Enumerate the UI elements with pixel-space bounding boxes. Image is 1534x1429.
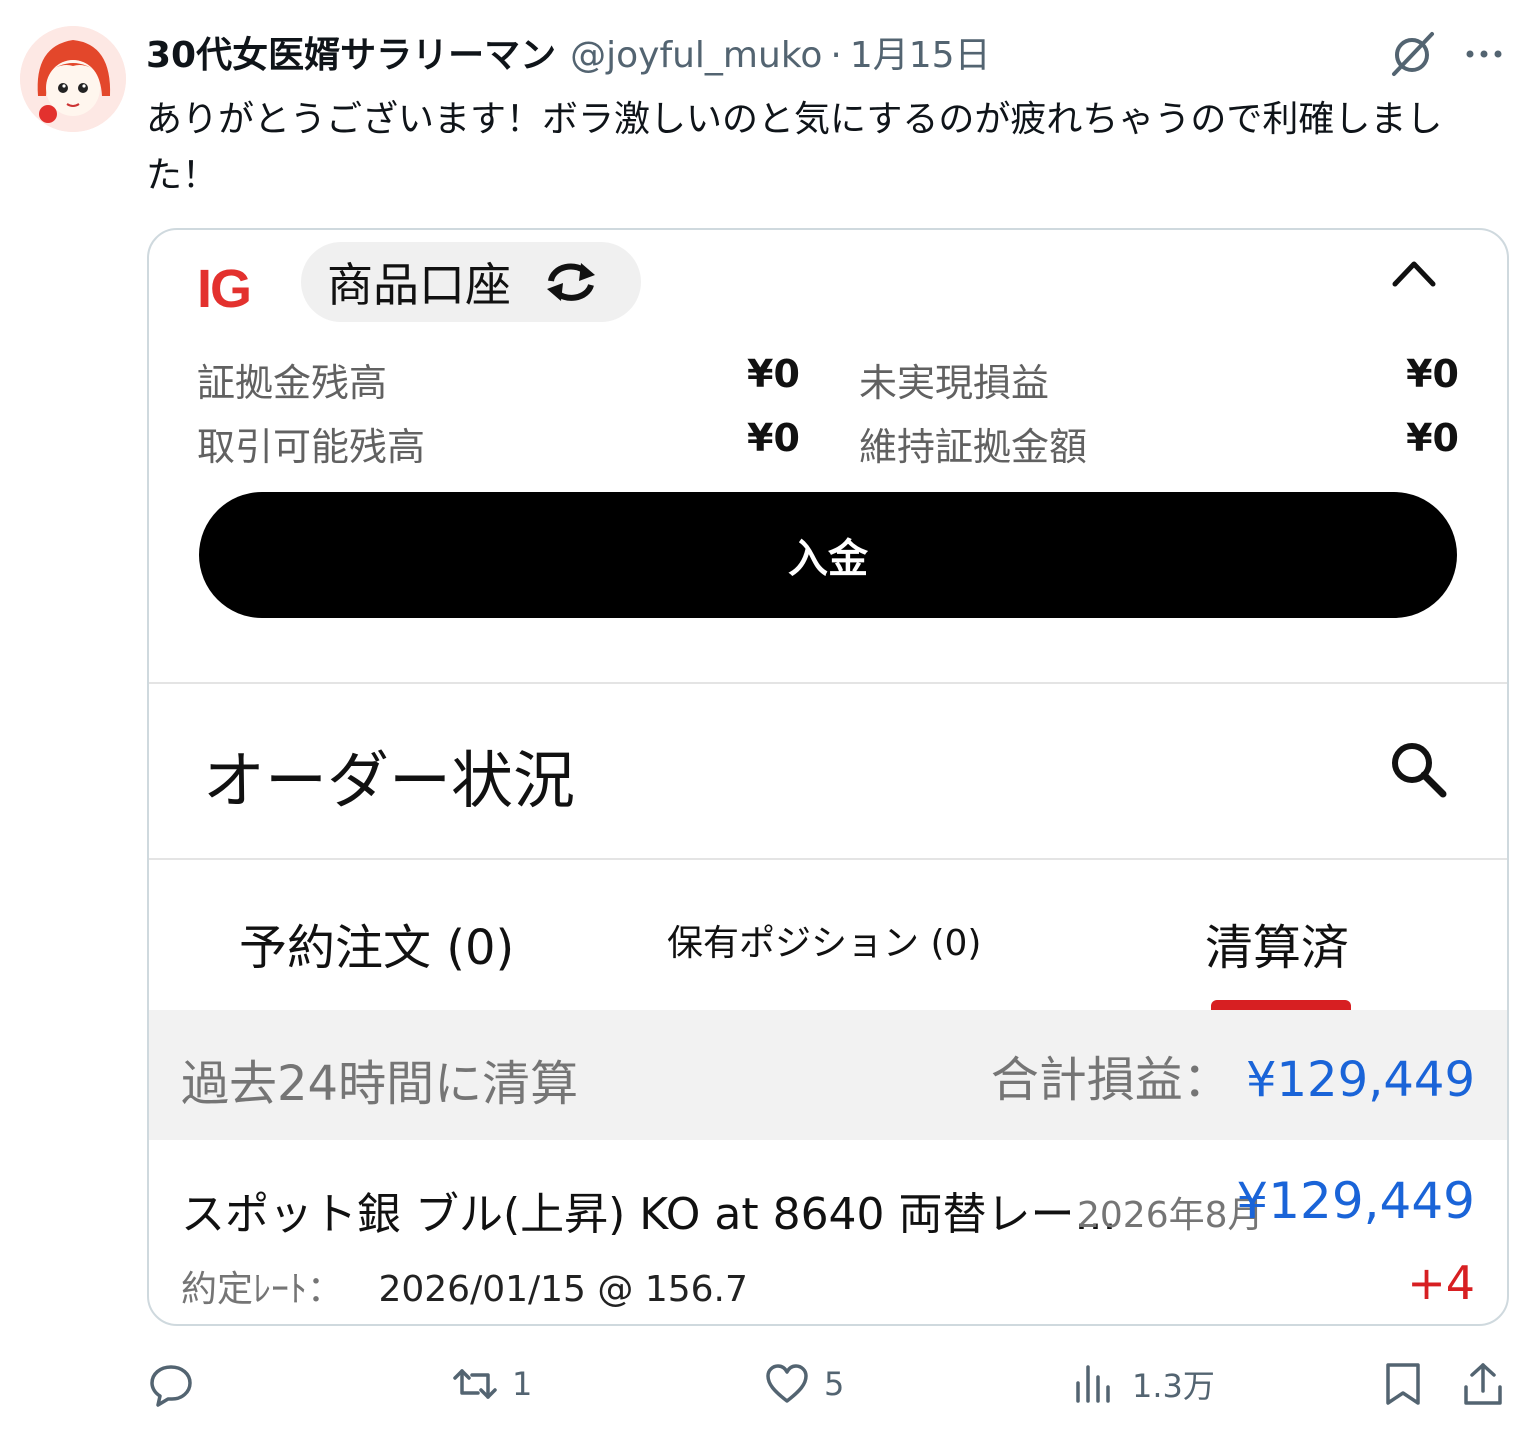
tweet-text: ありがとうございます！ボラ激しいのと気にするのが疲れちゃうので利確しました！ [146, 99, 1443, 196]
retweet-icon [453, 1369, 497, 1399]
total-pl-label: 合計損益： [990, 1052, 1231, 1108]
separator: · [830, 35, 842, 76]
tab-pending-orders[interactable]: 予約注文 (0) [239, 908, 514, 978]
margin-balance-value: ¥0 [747, 352, 800, 396]
divider [149, 858, 1507, 860]
grok-icon[interactable] [1386, 28, 1438, 80]
maintenance-margin-label: 維持証拠金額 [859, 425, 1088, 469]
settled-summary-bar: 過去24時間に清算 合計損益： ¥129,449 [149, 1010, 1507, 1140]
tab-open-positions[interactable]: 保有ポジション (0) [667, 914, 981, 966]
views-icon [1076, 1365, 1110, 1403]
rate-value: 2026/01/15 @ 156.7 [378, 1269, 748, 1310]
retweet-count: 1 [512, 1365, 533, 1403]
tab-settled[interactable]: 清算済 [1205, 908, 1349, 978]
settled-item-pl: ¥129,449 [1236, 1172, 1475, 1230]
reply-button[interactable] [148, 1360, 208, 1408]
balance-row-1: 証拠金残高 ¥0 未実現損益 ¥0 [197, 352, 1459, 405]
avatar[interactable] [20, 26, 126, 132]
bookmark-button[interactable] [1380, 1360, 1426, 1408]
account-switcher[interactable]: 商品口座 [301, 242, 641, 322]
like-count: 5 [824, 1365, 845, 1403]
share-icon [1464, 1363, 1502, 1405]
tweet-media-image[interactable]: IG 商品口座 証拠金残高 ¥0 未実現損益 ¥0 取引可能残高 ¥0 維持証拠… [147, 228, 1509, 1326]
maintenance-margin-value: ¥0 [1406, 416, 1459, 460]
chevron-up-icon[interactable] [1389, 252, 1439, 292]
settled-period-label: 過去24時間に清算 [181, 1056, 579, 1112]
author-handle[interactable]: @joyful_muko [570, 34, 822, 78]
unrealized-pl-value: ¥0 [1406, 352, 1459, 396]
switch-account-icon [547, 263, 595, 301]
account-label: 商品口座 [327, 258, 511, 312]
balance-row-2: 取引可能残高 ¥0 維持証拠金額 ¥0 [197, 416, 1459, 469]
deposit-button[interactable]: 入金 [199, 492, 1457, 618]
heart-icon [766, 1364, 808, 1403]
order-status-title: オーダー状況 [203, 744, 576, 817]
settled-item-name[interactable]: スポット銀 ブル(上昇) KO at 8640 両替レー... [181, 1178, 1117, 1242]
settled-item-change: +4 [1407, 1256, 1475, 1310]
retweet-button[interactable]: 1 [452, 1360, 532, 1408]
tweet-date[interactable]: 1月15日 [850, 34, 991, 78]
settled-total: 合計損益： ¥129,449 [991, 1040, 1475, 1110]
like-button[interactable]: 5 [764, 1360, 844, 1408]
tradable-balance-value: ¥0 [747, 416, 800, 460]
tweet-header: 30代女医婿サラリーマン @joyful_muko · 1月15日 [146, 34, 991, 78]
author-name[interactable]: 30代女医婿サラリーマン [146, 34, 556, 78]
tradable-balance-label: 取引可能残高 [197, 425, 426, 469]
ig-logo: IG [197, 259, 252, 319]
views-count: 1.3万 [1132, 1367, 1215, 1405]
bookmark-icon [1386, 1363, 1420, 1405]
more-icon[interactable] [1462, 36, 1506, 72]
views-button[interactable]: 1.3万 [1072, 1360, 1215, 1408]
unrealized-pl-label: 未実現損益 [859, 361, 1050, 405]
search-icon[interactable] [1387, 738, 1449, 800]
total-pl-value: ¥129,449 [1245, 1052, 1475, 1108]
share-button[interactable] [1460, 1360, 1506, 1408]
divider [149, 682, 1507, 684]
settled-item-rate: 約定ﾚｰﾄ： 2026/01/15 @ 156.7 [181, 1260, 748, 1312]
rate-label: 約定ﾚｰﾄ： [181, 1269, 344, 1310]
margin-balance-label: 証拠金残高 [197, 361, 388, 405]
reply-icon [150, 1365, 192, 1407]
